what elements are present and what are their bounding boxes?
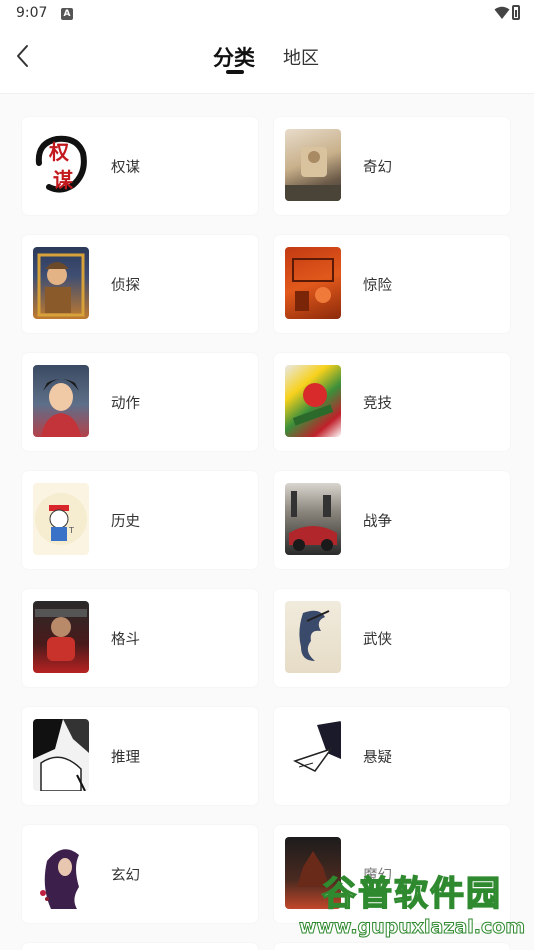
category-thumbnail: [285, 483, 341, 555]
category-card-xuanyi[interactable]: 悬疑: [274, 707, 510, 805]
category-thumbnail: [285, 247, 341, 319]
category-card-zhentan[interactable]: 侦探: [22, 235, 258, 333]
category-label: 玄幻: [111, 868, 140, 884]
category-card-quanmou[interactable]: 权 谋 权谋: [22, 117, 258, 215]
category-card-qihuan[interactable]: 奇幻: [274, 117, 510, 215]
back-arrow-icon[interactable]: [14, 43, 34, 69]
category-thumbnail: [33, 601, 89, 673]
tab-category[interactable]: 分类: [213, 42, 255, 72]
category-label: 格斗: [111, 632, 140, 648]
header: 分类 地区: [0, 28, 534, 94]
category-label: 武侠: [363, 632, 392, 648]
category-card-jingxian[interactable]: 惊险: [274, 235, 510, 333]
category-card-gedou[interactable]: 格斗: [22, 589, 258, 687]
category-card-wuxia[interactable]: 武侠: [274, 589, 510, 687]
category-thumbnail: [285, 601, 341, 673]
status-bar: 9:07 A: [0, 0, 534, 28]
category-label: 侦探: [111, 278, 140, 294]
category-thumbnail: T: [33, 483, 89, 555]
calligraphy-top: 权: [48, 140, 70, 164]
wifi-icon: [494, 6, 510, 19]
category-thumbnail: [33, 719, 89, 791]
notification-icon: A: [61, 8, 73, 20]
watermark-url: www.gupuxlazal.com: [298, 916, 526, 939]
category-thumbnail: [33, 247, 89, 319]
category-thumbnail: [285, 719, 341, 791]
category-thumbnail: [285, 365, 341, 437]
category-thumbnail: 权 谋: [33, 129, 89, 201]
category-label: 推理: [111, 750, 140, 766]
category-card-jingji[interactable]: 竞技: [274, 353, 510, 451]
tab-indicator: [226, 70, 244, 74]
category-thumbnail: [33, 365, 89, 437]
tab-region[interactable]: 地区: [283, 44, 319, 70]
category-label: 战争: [363, 514, 392, 530]
watermark-title: 谷普软件园: [321, 873, 502, 915]
category-card-dongzuo[interactable]: 动作: [22, 353, 258, 451]
category-label: 权谋: [111, 160, 140, 176]
svg-text:T: T: [68, 526, 74, 535]
category-card-xuanhuan[interactable]: 玄幻: [22, 825, 258, 923]
category-card-lishi[interactable]: T 历史: [22, 471, 258, 569]
category-label: 惊险: [363, 278, 392, 294]
battery-icon: [512, 5, 520, 20]
category-label: 竞技: [363, 396, 392, 412]
site-watermark: 谷普软件园 www.gupuxlazal.com: [294, 866, 530, 944]
category-thumbnail: [33, 837, 89, 909]
category-card-partial[interactable]: [22, 943, 258, 950]
category-label: 悬疑: [363, 750, 392, 766]
category-card-zhanzheng[interactable]: 战争: [274, 471, 510, 569]
category-card-tuili[interactable]: 推理: [22, 707, 258, 805]
calligraphy-bottom: 谋: [53, 168, 74, 192]
category-label: 历史: [111, 514, 140, 530]
category-thumbnail: [285, 129, 341, 201]
category-label: 动作: [111, 396, 140, 412]
status-time: 9:07: [16, 5, 48, 21]
category-card-partial[interactable]: [274, 943, 510, 950]
category-label: 奇幻: [363, 160, 392, 176]
